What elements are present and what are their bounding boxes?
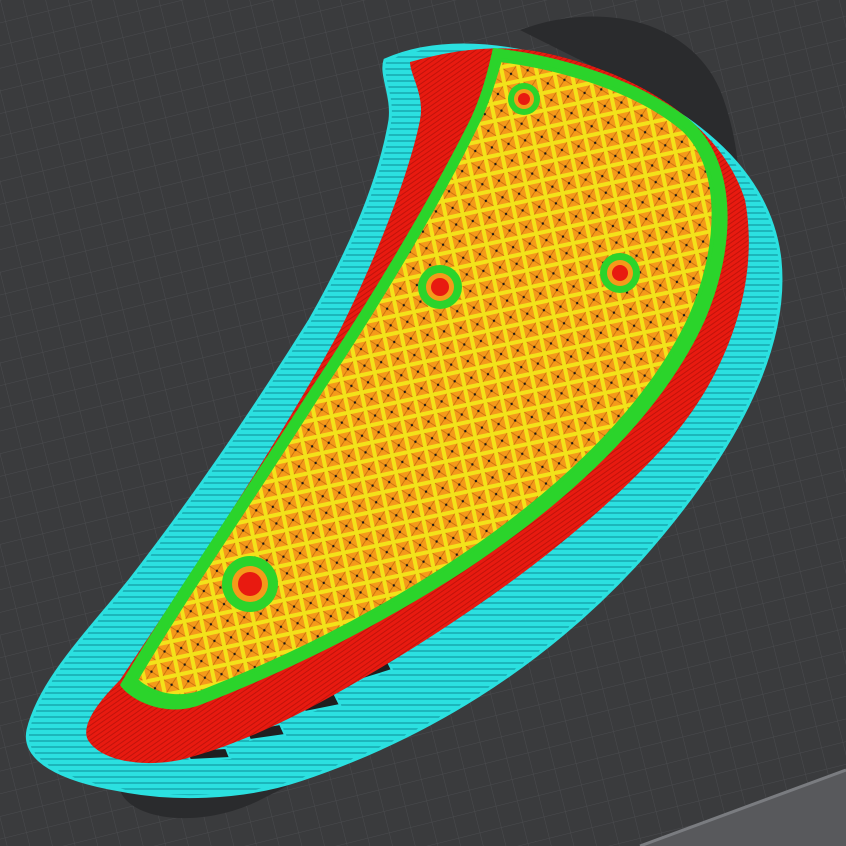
hole-middle-left (418, 265, 462, 309)
slicer-viewport[interactable] (0, 0, 846, 846)
hole-middle-right (600, 253, 640, 293)
hole-bottom (222, 556, 278, 612)
hole-top (508, 83, 540, 115)
